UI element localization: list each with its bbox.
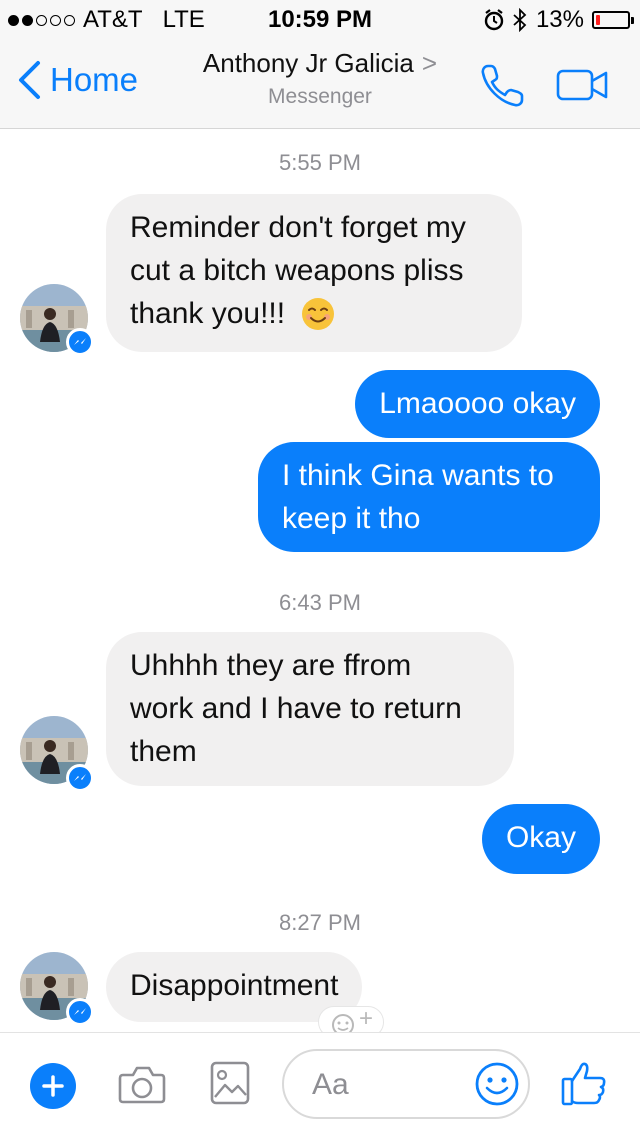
timestamp: 8:27 PM xyxy=(279,910,361,935)
voice-call-button[interactable] xyxy=(478,60,528,115)
plus-icon xyxy=(42,1075,64,1097)
messenger-icon xyxy=(74,338,86,345)
message-line: them xyxy=(130,735,197,768)
subtitle-label: Messenger xyxy=(268,85,372,108)
battery-level xyxy=(596,15,600,25)
messenger-icon xyxy=(74,774,86,781)
conversation-title[interactable]: Anthony Jr Galicia > Messenger xyxy=(140,48,500,109)
react-plus-label: + xyxy=(359,1005,374,1032)
camera-button[interactable] xyxy=(118,1063,166,1110)
chevron-left-icon xyxy=(19,61,40,99)
message-line: Disappointment xyxy=(130,969,339,1002)
message-line: Uhhhh they are ffrom xyxy=(130,649,412,682)
phone-icon xyxy=(481,64,524,107)
outgoing-message-bubble[interactable]: Lmaoooo okay xyxy=(355,370,600,438)
bluetooth-icon xyxy=(513,8,527,32)
back-button[interactable]: Home xyxy=(16,60,138,100)
message-line: Reminder don't forget my xyxy=(130,211,466,244)
message-line: keep it tho xyxy=(282,502,421,535)
message-line: Lmaoooo okay xyxy=(379,387,576,420)
like-button[interactable] xyxy=(560,1059,608,1112)
outgoing-message-bubble[interactable]: Okay xyxy=(481,804,600,874)
thumbs-up-icon xyxy=(561,1062,606,1106)
messenger-badge xyxy=(66,328,94,356)
composer-bar: Aa xyxy=(0,1032,640,1137)
message-line: thank you!!! xyxy=(130,292,498,335)
message-line-text: thank you!!! xyxy=(130,297,286,330)
conversation-header: Home Anthony Jr Galicia > Messenger xyxy=(0,40,640,129)
video-camera-icon xyxy=(556,69,608,101)
message-line: work and I have to return xyxy=(130,692,462,725)
outgoing-message-bubble[interactable]: I think Gina wants to keep it tho xyxy=(258,442,600,552)
message-line: I think Gina wants to xyxy=(282,459,554,492)
incoming-message-bubble[interactable]: Reminder don't forget my cut a bitch wea… xyxy=(106,194,522,352)
smiling-face-emoji-icon xyxy=(302,297,335,330)
message-line: cut a bitch weapons pliss xyxy=(130,254,464,287)
messenger-icon xyxy=(74,1008,86,1015)
messenger-badge xyxy=(66,764,94,792)
message-input-placeholder: Aa xyxy=(312,1068,349,1101)
status-bar: AT&T LTE 10:59 PM 13% xyxy=(0,0,640,40)
gallery-button[interactable] xyxy=(210,1061,250,1110)
status-right: 13% xyxy=(484,6,634,34)
gallery-icon xyxy=(210,1061,250,1105)
more-actions-button[interactable] xyxy=(30,1063,76,1109)
battery-percent: 13% xyxy=(535,6,584,33)
message-input[interactable]: Aa xyxy=(282,1049,530,1119)
messenger-badge xyxy=(66,998,94,1026)
camera-icon xyxy=(118,1066,166,1104)
contact-name: Anthony Jr Galicia xyxy=(202,48,414,78)
video-call-button[interactable] xyxy=(556,68,610,107)
chevron-right-icon: > xyxy=(421,48,438,78)
emoji-icon xyxy=(475,1062,519,1106)
timestamp: 6:43 PM xyxy=(279,590,361,615)
emoji-button[interactable] xyxy=(474,1061,520,1112)
timestamp: 5:55 PM xyxy=(279,150,361,175)
alarm-icon xyxy=(484,9,504,31)
incoming-message-bubble[interactable]: Uhhhh they are ffrom work and I have to … xyxy=(106,632,514,786)
battery-icon xyxy=(592,11,634,29)
message-line: Okay xyxy=(505,821,576,854)
back-label: Home xyxy=(50,61,139,98)
battery-tip xyxy=(631,17,634,24)
